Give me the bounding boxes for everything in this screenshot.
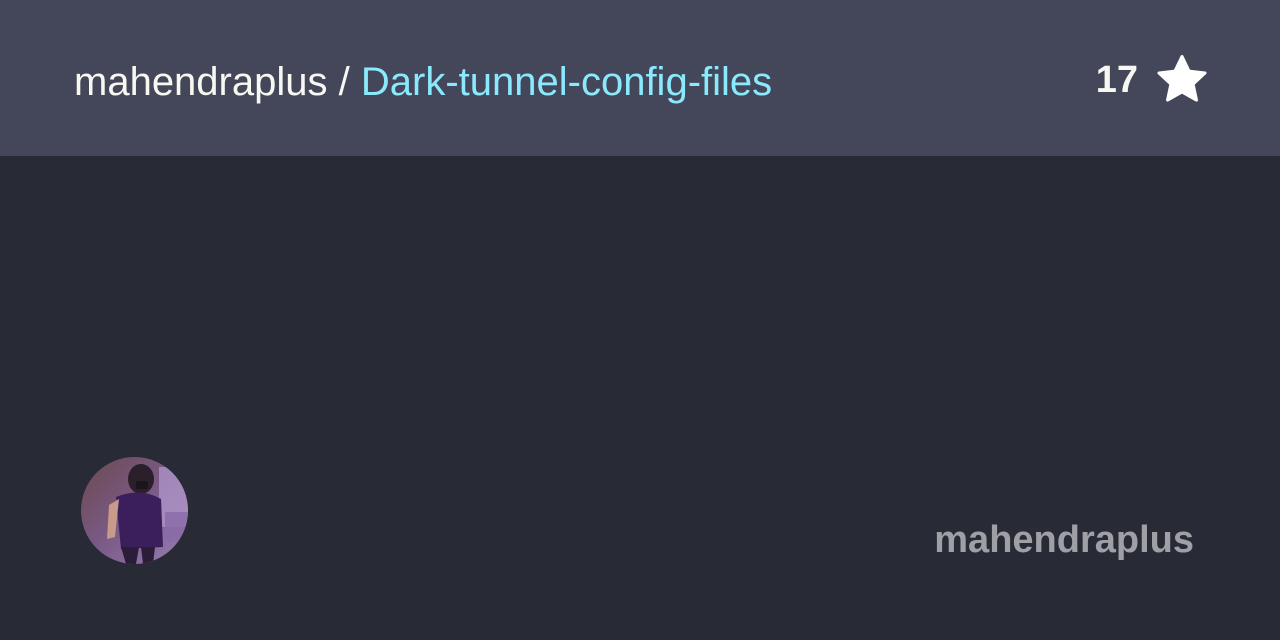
repo-separator: / bbox=[338, 60, 350, 104]
avatar-image bbox=[81, 457, 188, 564]
social-preview-card: mahendraplus / Dark-tunnel-config-files … bbox=[0, 0, 1280, 640]
repo-title: mahendraplus / Dark-tunnel-config-files bbox=[74, 56, 772, 108]
star-counter[interactable]: 17 bbox=[1096, 52, 1210, 108]
avatar[interactable] bbox=[81, 457, 188, 564]
footer-username[interactable]: mahendraplus bbox=[934, 517, 1194, 563]
header-bar: mahendraplus / Dark-tunnel-config-files … bbox=[0, 0, 1280, 156]
repo-owner[interactable]: mahendraplus bbox=[74, 60, 328, 104]
star-count: 17 bbox=[1095, 59, 1138, 101]
repo-name[interactable]: Dark-tunnel-config-files bbox=[361, 60, 772, 104]
star-icon bbox=[1157, 55, 1207, 102]
